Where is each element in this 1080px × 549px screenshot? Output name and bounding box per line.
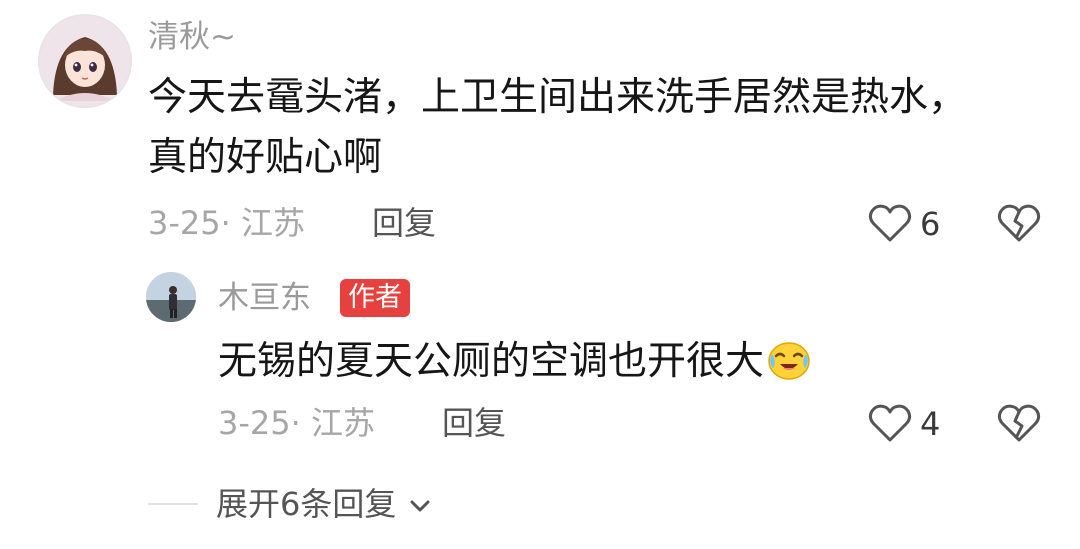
- reply-like-button[interactable]: [868, 403, 912, 443]
- comment-avatar[interactable]: [38, 14, 132, 108]
- comment-text-line1: 今天去鼋头渚，上卫生间出来洗手居然是热水，: [148, 75, 968, 120]
- person-avatar-icon: [146, 272, 196, 322]
- comment-username[interactable]: 清秋~: [148, 22, 236, 53]
- expand-divider: [148, 503, 198, 505]
- comment-like-button[interactable]: [868, 203, 912, 243]
- anime-girl-avatar-icon: [39, 15, 131, 107]
- reply-text-content: 无锡的夏天公厕的空调也开很大: [218, 339, 765, 384]
- reply-avatar[interactable]: [146, 272, 196, 322]
- comment-date-location: 3-25· 江苏: [148, 204, 305, 242]
- reply-dislike-button[interactable]: [997, 403, 1041, 443]
- expand-replies-label: 展开6条回复: [216, 485, 397, 523]
- reply-like-count: 4: [920, 405, 941, 443]
- reply-text: 无锡的夏天公厕的空调也开很大: [218, 336, 812, 389]
- comment-reply-button[interactable]: 回复: [372, 207, 436, 239]
- comment-dislike-button[interactable]: [997, 203, 1041, 243]
- heart-outline-icon: [868, 404, 912, 442]
- reply-username[interactable]: 木亘东: [218, 283, 311, 314]
- broken-heart-icon: [997, 404, 1041, 442]
- comment-text-line2: 真的好贴心啊: [148, 135, 383, 180]
- crying-laughing-emoji-icon: [766, 340, 812, 380]
- broken-heart-icon: [997, 204, 1041, 242]
- comment-like-count: 6: [920, 205, 941, 243]
- reply-date-location: 3-25· 江苏: [218, 404, 375, 442]
- heart-outline-icon: [868, 204, 912, 242]
- author-badge: 作者: [340, 279, 410, 317]
- expand-replies-button[interactable]: 展开6条回复: [216, 488, 431, 520]
- reply-reply-button[interactable]: 回复: [442, 407, 506, 439]
- chevron-down-icon: [409, 499, 431, 513]
